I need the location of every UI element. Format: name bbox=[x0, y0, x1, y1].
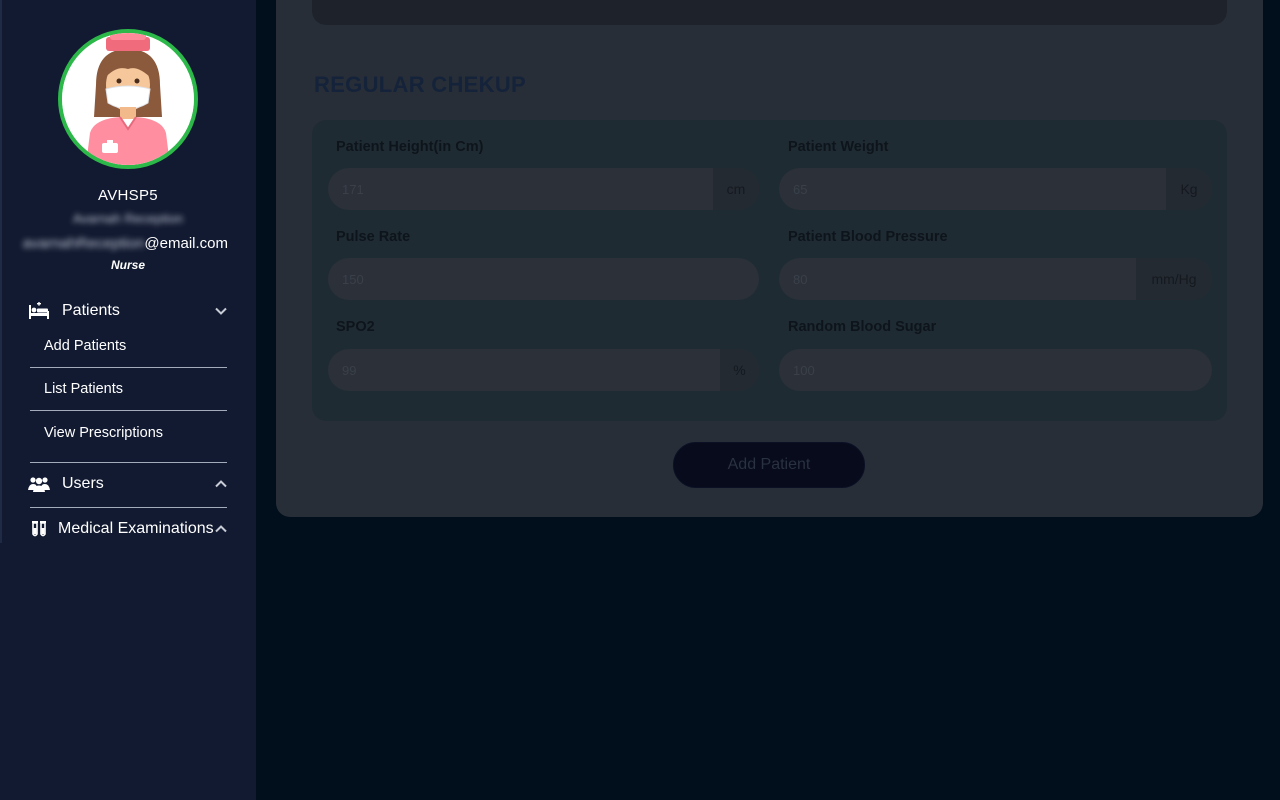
add-patient-button[interactable]: Add Patient bbox=[673, 442, 865, 488]
bp-label: Patient Blood Pressure bbox=[788, 229, 948, 245]
weight-label: Patient Weight bbox=[788, 139, 889, 155]
sidebar-item-view-prescriptions[interactable]: View Prescriptions bbox=[30, 411, 227, 454]
sidebar-item-list-patients[interactable]: List Patients bbox=[30, 368, 227, 411]
sidebar: AVHSP5 Avarnah Reception avarnahReceptio… bbox=[0, 0, 256, 800]
height-field[interactable]: 171 cm bbox=[328, 168, 759, 210]
users-icon bbox=[28, 475, 50, 493]
sugar-input[interactable]: 100 bbox=[779, 363, 1212, 378]
bp-input[interactable]: 80 bbox=[779, 272, 1136, 287]
sidebar-item-label: View Prescriptions bbox=[44, 424, 164, 441]
sidebar-item-add-patients[interactable]: Add Patients bbox=[30, 325, 227, 368]
chevron-up-icon[interactable] bbox=[214, 522, 228, 536]
profile-subtitle: Avarnah Reception bbox=[72, 211, 184, 226]
profile-role: Nurse bbox=[110, 258, 145, 272]
spo2-input[interactable]: 99 bbox=[328, 363, 720, 378]
sidebar-item-label: List Patients bbox=[44, 381, 123, 397]
profile-email-user: avarnahReception bbox=[22, 235, 145, 252]
nav-group-users-label: Users bbox=[62, 475, 104, 492]
spo2-label: SPO2 bbox=[336, 319, 375, 335]
section-title: REGULAR CHEKUP bbox=[314, 72, 526, 97]
bp-unit: mm/Hg bbox=[1136, 258, 1212, 300]
sugar-label: Random Blood Sugar bbox=[788, 319, 937, 335]
height-unit: cm bbox=[713, 168, 759, 210]
profile-email: avarnahReception@email.com bbox=[23, 235, 228, 252]
nav-group-patients-label: Patients bbox=[62, 302, 120, 319]
test-tubes-icon bbox=[28, 520, 50, 538]
chevron-down-icon[interactable] bbox=[214, 304, 228, 318]
sugar-field[interactable]: 100 bbox=[779, 349, 1212, 391]
pulse-label: Pulse Rate bbox=[336, 229, 411, 245]
weight-unit: Kg bbox=[1166, 168, 1212, 210]
chevron-up-icon[interactable] bbox=[214, 477, 228, 491]
nav-group-medical-label: Medical Examinations bbox=[58, 520, 214, 537]
hospital-bed-icon bbox=[28, 302, 50, 320]
sidebar-item-label: Add Patients bbox=[44, 338, 127, 354]
divider bbox=[30, 462, 227, 463]
height-label: Patient Height(in Cm) bbox=[336, 139, 484, 155]
pulse-input[interactable]: 150 bbox=[328, 272, 759, 287]
nav-group-users[interactable]: Users bbox=[28, 475, 228, 493]
bp-field[interactable]: 80 mm/Hg bbox=[779, 258, 1212, 300]
nav-group-patients[interactable]: Patients bbox=[28, 302, 228, 320]
weight-field[interactable]: 65 Kg bbox=[779, 168, 1212, 210]
pulse-field[interactable]: 150 bbox=[328, 258, 759, 300]
previous-section-panel bbox=[312, 0, 1227, 25]
spo2-field[interactable]: 99 % bbox=[328, 349, 759, 391]
nurse-avatar-icon bbox=[58, 29, 198, 169]
profile-email-domain: @email.com bbox=[144, 235, 228, 252]
profile-name: AVHSP5 bbox=[98, 187, 158, 204]
height-input[interactable]: 171 bbox=[328, 182, 713, 197]
weight-input[interactable]: 65 bbox=[779, 182, 1166, 197]
nav-group-medical-examinations[interactable]: Medical Examinations bbox=[28, 520, 228, 538]
divider bbox=[30, 507, 227, 508]
